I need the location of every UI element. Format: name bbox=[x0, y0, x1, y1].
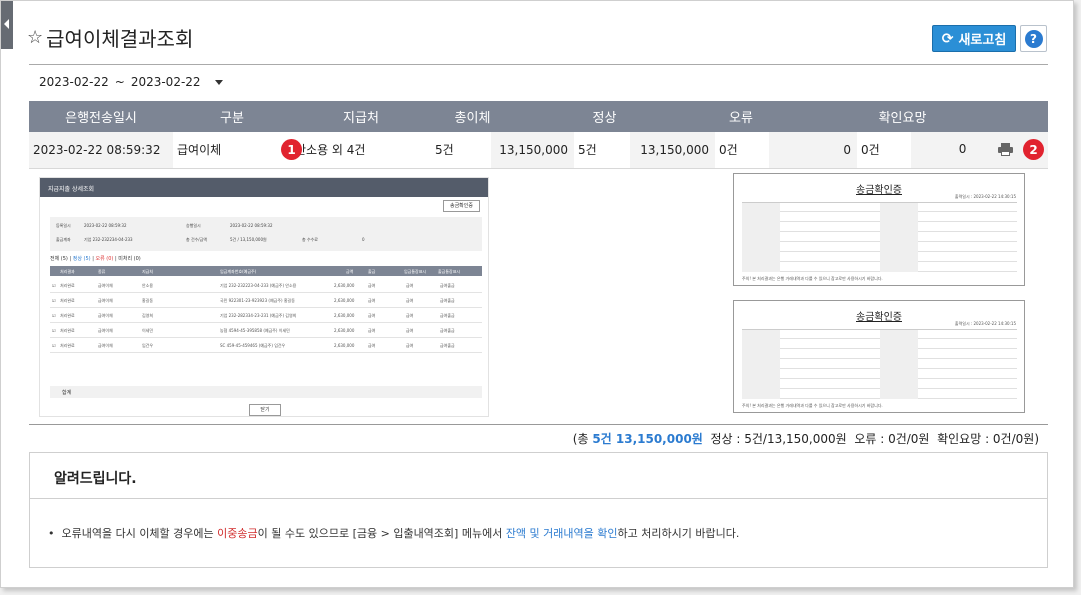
certificate-table bbox=[742, 202, 1017, 272]
detail-preview-row: ☑ 처리완료 급여이체 김영희 기업 232-282334-23-231 (예금주) 김… bbox=[50, 308, 482, 323]
help-icon: ? bbox=[1024, 29, 1043, 48]
notice-divider bbox=[30, 498, 1047, 499]
detail-preview-row: ☑ 처리완료 급여이체 임건우 SC 459-45-459465 (예금주) 임건우 2,… bbox=[50, 338, 482, 353]
col-error: 오류 bbox=[715, 101, 857, 132]
detail-preview-confirm-button: 송금확인증 bbox=[443, 200, 480, 212]
summary-total: 5건 13,150,000원 bbox=[592, 432, 703, 446]
start-date: 2023-02-22 bbox=[39, 75, 109, 89]
detail-preview-row: ☑ 처리완료 급여이체 이세민 농협 4594-45-395858 (예금주) 이세민 2… bbox=[50, 323, 482, 338]
help-button[interactable]: ? bbox=[1020, 25, 1047, 52]
page-title: 급여이체결과조회 bbox=[46, 27, 194, 51]
cell-normal-count: 5건 bbox=[574, 132, 630, 169]
table-row[interactable]: 2023-02-22 08:59:32 급여이체 1 안소용 외 4건 5건 1… bbox=[29, 132, 1048, 169]
notice-text: • 오류내역을 다시 이체할 경우에는 이중송금이 될 수도 있으므로 [금융 … bbox=[48, 527, 740, 540]
certificate-date: 출력일시 : 2023-02-22 14:30:15 bbox=[954, 194, 1016, 199]
notice-title: 알려드립니다. bbox=[54, 471, 137, 487]
refresh-button[interactable]: ⟳ 새로고침 bbox=[932, 25, 1016, 52]
cell-sent-datetime: 2023-02-22 08:59:32 bbox=[29, 132, 173, 169]
end-date: 2023-02-22 bbox=[130, 75, 201, 89]
check-amount-value: 0 bbox=[958, 142, 967, 157]
notice-box: 알려드립니다. • 오류내역을 다시 이체할 경우에는 이중송금이 될 수도 있… bbox=[29, 452, 1048, 568]
col-type: 구분 bbox=[173, 101, 291, 132]
cell-total-amount: 13,150,000 bbox=[491, 132, 574, 169]
date-separator: ~ bbox=[114, 75, 125, 89]
cell-payee[interactable]: 1 안소용 외 4건 bbox=[281, 132, 431, 169]
collapse-arrow-icon bbox=[4, 19, 9, 29]
detail-preview-tabs: 전체 (5) | 정상 (5) | 오류 (0) | 미처리 (0) bbox=[50, 256, 141, 262]
detail-preview-info: 등록일시 2023-02-22 08:59:32 승행일시 2023-02-22… bbox=[50, 217, 482, 251]
col-check: 확인요망 bbox=[857, 101, 1048, 132]
certificate-preview: 송금확인증 출력일시 : 2023-02-22 14:30:15 주의! 본 처… bbox=[733, 173, 1025, 286]
sidebar-toggle[interactable] bbox=[1, 1, 13, 49]
divider bbox=[29, 424, 1048, 425]
col-sent-datetime: 은행전송일시 bbox=[29, 101, 173, 132]
cell-normal-amount: 13,150,000 bbox=[630, 132, 715, 169]
refresh-label: 새로고침 bbox=[958, 33, 1007, 48]
marker-1-badge: 1 bbox=[281, 139, 302, 160]
detail-preview-row: ☑ 처리완료 급여이체 홍길동 국민 922301-23-923923 (예금주) 홍길… bbox=[50, 293, 482, 308]
main-panel: ☆ 급여이체결과조회 ⟳ 새로고침 ? 2023-02-22 ~ 2023-02… bbox=[0, 0, 1074, 588]
divider bbox=[29, 64, 1048, 65]
summary-line: (총 5건 13,150,000원 정상 : 5건/13,150,000원 오류… bbox=[572, 432, 1039, 446]
col-normal: 정상 bbox=[574, 101, 715, 132]
certificate-preview: 송금확인증 출력일시 : 2023-02-22 14:30:15 주의! 본 처… bbox=[733, 300, 1025, 413]
col-total: 총이체 bbox=[431, 101, 574, 132]
star-icon[interactable]: ☆ bbox=[27, 28, 43, 47]
page-header: ☆ 급여이체결과조회 bbox=[27, 23, 193, 52]
certificate-table bbox=[742, 329, 1017, 399]
table-header-row: 은행전송일시 구분 지급처 총이체 정상 오류 확인요망 bbox=[29, 101, 1048, 132]
detail-preview-image: 지급지출 상세조회 송금확인증 등록일시 2023-02-22 08:59:32… bbox=[39, 177, 489, 417]
result-table: 은행전송일시 구분 지급처 총이체 정상 오류 확인요망 2023-02-22 … bbox=[29, 101, 1048, 169]
col-payee: 지급처 bbox=[291, 101, 431, 132]
certificate-date: 출력일시 : 2023-02-22 14:30:15 bbox=[954, 321, 1016, 326]
cell-check-count: 0건 bbox=[857, 132, 911, 169]
detail-preview-header: 처리결과 종류 지급처 입금계좌번호(예금주) 금액 출금 입금통장표시 출금통… bbox=[50, 266, 482, 276]
certificate-note: 주의! 본 처리결과는 은행 거래내역과 다를 수 있으니 참고로만 사용하시기… bbox=[742, 403, 883, 408]
cell-total-count: 5건 bbox=[431, 132, 491, 169]
detail-preview-title: 지급지출 상세조회 bbox=[40, 178, 488, 197]
detail-preview-close-button: 닫기 bbox=[249, 404, 281, 416]
refresh-icon: ⟳ bbox=[941, 30, 954, 47]
marker-2-badge: 2 bbox=[1023, 139, 1044, 161]
cell-error-count: 0건 bbox=[715, 132, 769, 169]
cell-check-amount: 0 2 bbox=[911, 132, 1048, 169]
cell-type: 급여이체 bbox=[173, 132, 291, 169]
notice-link[interactable]: 잔액 및 거래내역을 확인 bbox=[506, 527, 618, 540]
detail-preview-footer: 합계 bbox=[50, 386, 482, 398]
detail-preview-row: ☑ 처리완료 급여이체 안소용 기업 232-232223-04-233 (예금주) 안… bbox=[50, 278, 482, 293]
chevron-down-icon[interactable] bbox=[214, 79, 223, 85]
notice-warning-term: 이중송금 bbox=[217, 527, 258, 540]
print-icon[interactable] bbox=[998, 143, 1014, 157]
cell-error-amount: 0 bbox=[769, 132, 857, 169]
certificate-note: 주의! 본 처리결과는 은행 거래내역과 다를 수 있으니 참고로만 사용하시기… bbox=[742, 276, 883, 281]
payee-link[interactable]: 안소용 외 4건 bbox=[295, 143, 365, 157]
date-range-selector[interactable]: 2023-02-22 ~ 2023-02-22 bbox=[39, 75, 223, 89]
